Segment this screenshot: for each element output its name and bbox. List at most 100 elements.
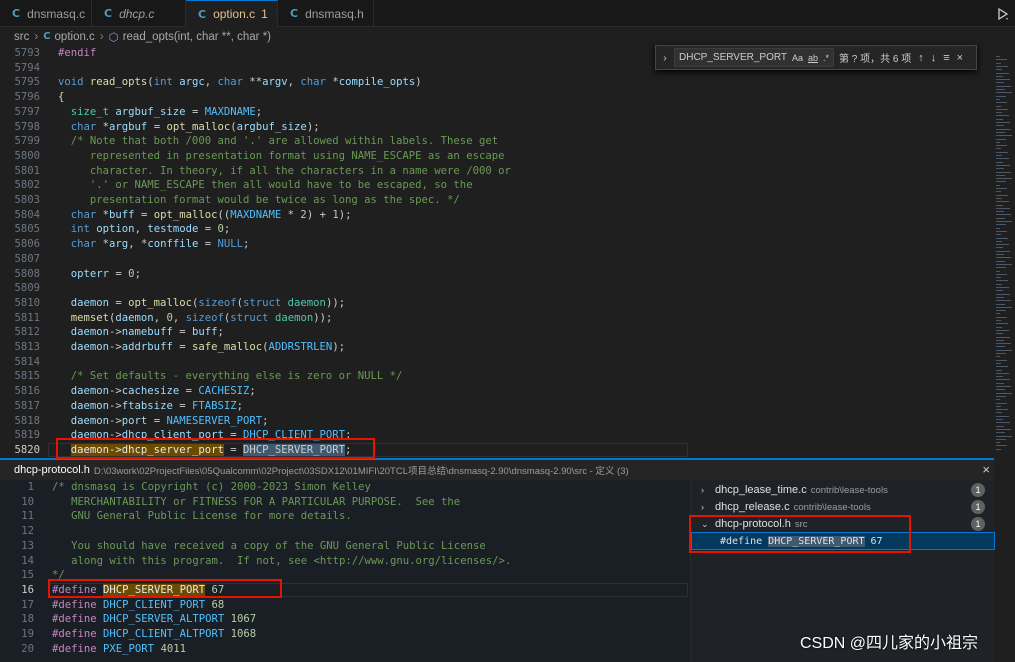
peek-result-file[interactable]: › dhcp_release.c contrib\lease-tools 1 (691, 498, 995, 516)
minimap-line (996, 118, 1003, 120)
close-find-icon[interactable]: × (957, 52, 963, 64)
close-peek-icon[interactable]: × (982, 462, 990, 477)
minimap-line (996, 300, 1011, 302)
minimap-line (996, 438, 1006, 440)
line-number: 15 (21, 569, 34, 582)
minimap-line (996, 168, 1004, 170)
find-in-selection-icon[interactable]: ≡ (943, 52, 949, 64)
line-number: 5802 (14, 179, 40, 192)
next-match-icon[interactable]: ↓ (931, 52, 937, 64)
tab-dnsmasq-h[interactable]: Cdnsmasq.h (278, 0, 374, 27)
code-editor[interactable]: 5793 #endif 5794 5795 void read_opts(int arg… (0, 46, 994, 458)
tab-option-c[interactable]: Coption.c1× (186, 0, 278, 27)
peek-code-editor[interactable]: 1 /* dnsmasq is Copyright (c) 2000-2023 S… (0, 480, 690, 662)
code-line[interactable]: 5797 size_t argbuf_size = MAXDNAME; (0, 105, 994, 120)
minimap-line (996, 273, 1007, 275)
code-line[interactable]: 5796 { (0, 90, 994, 105)
code-line[interactable]: 5808 opterr = 0; (0, 267, 994, 282)
minimap-line (996, 402, 1007, 404)
code-line[interactable]: 5816 daemon->cachesize = CACHESIZ; (0, 384, 994, 399)
code-line[interactable]: 5812 daemon->namebuff = buff; (0, 325, 994, 340)
code-line[interactable]: 5800 represented in presentation format … (0, 149, 994, 164)
breadcrumb-file[interactable]: option.c (55, 31, 95, 43)
code-line[interactable]: 5814 (0, 355, 994, 370)
result-count-badge: 1 (971, 483, 985, 497)
use-regex-icon[interactable]: .* (823, 53, 829, 63)
chevron-right-icon: › (701, 502, 704, 512)
peek-result-file[interactable]: › dhcp_lease_time.c contrib\lease-tools … (691, 481, 995, 499)
code-line[interactable]: 14 along with this program. If not, see … (0, 554, 690, 569)
minimap-line (996, 359, 1007, 361)
code-line[interactable]: 5805 int option, testmode = 0; (0, 222, 994, 237)
line-number: 5806 (14, 238, 40, 251)
code-line[interactable]: 12 (0, 524, 690, 539)
result-file-name: dhcp_lease_time.c (715, 484, 807, 496)
chevron-right-icon: › (99, 30, 104, 43)
breadcrumb-folder[interactable]: src (14, 31, 29, 43)
code-line[interactable]: 5817 daemon->ftabsize = FTABSIZ; (0, 399, 994, 414)
minimap-line (996, 181, 1006, 183)
code-line[interactable]: 20 #define PXE_PORT 4011 (0, 642, 690, 657)
tab-dnsmasq-c[interactable]: Cdnsmasq.c (0, 0, 92, 27)
minimap-line (996, 112, 1002, 114)
previous-match-icon[interactable]: ↑ (918, 52, 924, 64)
run-debug-icon[interactable] (996, 7, 1010, 21)
code-line[interactable]: 5815 /* Set defaults - everything else i… (0, 369, 994, 384)
match-case-icon[interactable]: Aa (792, 53, 803, 63)
code-line[interactable]: 5809 (0, 281, 994, 296)
tab-label: dhcp.c (119, 6, 155, 21)
code-line[interactable]: 11 GNU General Public License for more d… (0, 509, 690, 524)
code-line[interactable]: 5806 char *arg, *conffile = NULL; (0, 237, 994, 252)
minimap-line (996, 422, 1010, 424)
code-line[interactable]: 5801 character. In theory, if all the ch… (0, 164, 994, 179)
minimap-line (996, 339, 1004, 341)
minimap-line (996, 267, 1006, 269)
code-line[interactable]: 5807 (0, 252, 994, 267)
code-line[interactable]: 5803 presentation format would be twice … (0, 193, 994, 208)
minimap-line (996, 227, 1000, 229)
minimap-line (996, 260, 1005, 262)
match-whole-word-icon[interactable]: ab (808, 53, 818, 63)
code-line[interactable]: 5804 char *buff = opt_malloc((MAXDNAME *… (0, 208, 994, 223)
minimap-line (996, 59, 1007, 61)
code-line[interactable]: 5798 char *argbuf = opt_malloc(argbuf_si… (0, 120, 994, 135)
minimap-line (996, 72, 1009, 74)
minimap-line (996, 230, 1007, 232)
code-text: /* Set defaults - everything else is zer… (58, 370, 403, 383)
code-line[interactable]: 1 /* dnsmasq is Copyright (c) 2000-2023 S… (0, 480, 690, 495)
minimap-line (996, 191, 1001, 193)
code-line[interactable]: 10 MERCHANTABILITY or FITNESS FOR A PART… (0, 495, 690, 510)
code-line[interactable]: 5799 /* Note that both /000 and '.' are … (0, 134, 994, 149)
code-line[interactable]: 5811 memset(daemon, 0, sizeof(struct dae… (0, 311, 994, 326)
minimap-line (996, 283, 1002, 285)
code-line[interactable]: 5795 void read_opts(int argc, char **argv… (0, 75, 994, 90)
minimap-line (996, 82, 1004, 84)
code-line[interactable]: 5813 daemon->addrbuff = safe_malloc(ADDR… (0, 340, 994, 355)
code-line[interactable]: 5818 daemon->port = NAMESERVER_PORT; (0, 414, 994, 429)
code-line[interactable]: 17 #define DHCP_CLIENT_PORT 68 (0, 598, 690, 613)
minimap-line (996, 287, 1009, 288)
code-line[interactable]: 5810 daemon = opt_malloc(sizeof(struct d… (0, 296, 994, 311)
tab-dhcp-c[interactable]: Cdhcp.c (92, 0, 186, 27)
minimap-line (996, 174, 1005, 176)
find-input[interactable]: DHCP_SERVER_PORT Aa ab .* (674, 48, 834, 67)
minimap-line (996, 389, 1005, 391)
minimap-line (996, 237, 1008, 239)
breadcrumb-symbol[interactable]: read_opts(int, char **, char *) (123, 31, 271, 43)
minimap-line (996, 343, 1011, 345)
peek-file-name[interactable]: dhcp-protocol.h (14, 464, 90, 476)
code-line[interactable]: 13 You should have received a copy of th… (0, 539, 690, 554)
code-line[interactable]: 18 #define DHCP_SERVER_ALTPORT 1067 (0, 612, 690, 627)
minimap-line (996, 326, 1002, 328)
minimap-line (996, 346, 1005, 348)
code-line[interactable]: 5802 '.' or NAME_ESCAPE then all would h… (0, 178, 994, 193)
minimap-line (996, 148, 1001, 150)
minimap-line (996, 379, 1010, 381)
minimap-line (996, 280, 1008, 282)
code-line[interactable]: 19 #define DHCP_CLIENT_ALTPORT 1068 (0, 627, 690, 642)
code-text: size_t argbuf_size = MAXDNAME; (58, 105, 263, 118)
minimap[interactable] (994, 46, 1015, 458)
minimap-line (996, 316, 1007, 318)
toggle-replace-icon[interactable]: › (656, 52, 674, 64)
minimap-line (996, 184, 1000, 186)
